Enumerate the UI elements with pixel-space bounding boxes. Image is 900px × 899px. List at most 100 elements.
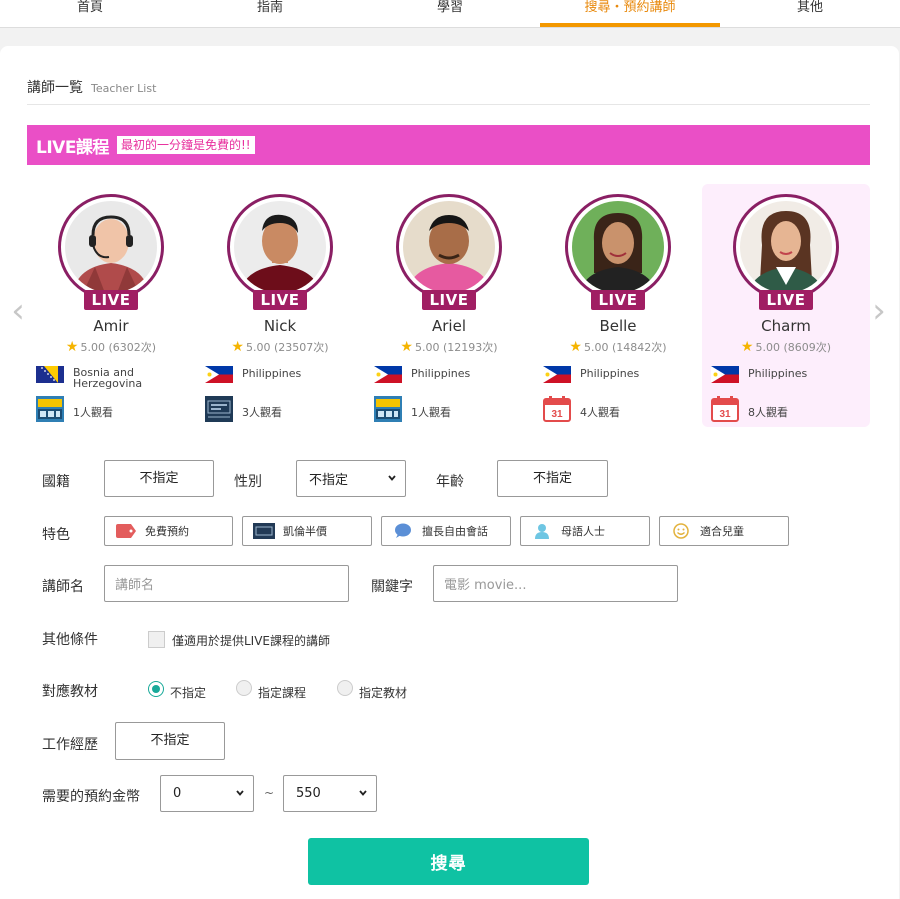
star-icon: ★ — [231, 339, 244, 355]
teacher-avatar[interactable] — [58, 194, 164, 300]
nav-item-guide[interactable]: 指南 — [180, 0, 360, 27]
teacher-name-input[interactable]: 講師名 — [104, 565, 349, 602]
bosnia-flag-icon — [36, 366, 64, 383]
course-thumbnail-icon — [205, 396, 233, 422]
star-icon: ★ — [569, 339, 582, 355]
experience-label: 工作經歷 — [42, 737, 98, 753]
keyword-label: 關鍵字 — [371, 579, 413, 595]
price-max-select[interactable]: 550 — [283, 775, 377, 812]
feature-native-speaker-button[interactable]: 母語人士 — [520, 516, 650, 546]
nationality-select[interactable]: 不指定 — [104, 460, 214, 497]
gender-label: 性別 — [234, 474, 262, 490]
star-icon: ★ — [400, 339, 413, 355]
teacher-avatar[interactable] — [396, 194, 502, 300]
live-tag: LIVE — [422, 290, 476, 310]
live-only-checkbox[interactable] — [148, 631, 165, 648]
course-thumbnail-icon — [374, 396, 402, 422]
teacher-list-header: 講師一覧 Teacher List — [27, 77, 870, 105]
course-thumbnail-icon — [36, 396, 64, 422]
price-min-select[interactable]: 0 — [160, 775, 254, 812]
carousel-prev-arrow-icon[interactable]: ‹ — [8, 293, 28, 329]
material-label: 對應教材 — [42, 684, 98, 700]
live-tag: LIVE — [84, 290, 138, 310]
feature-free-booking-button[interactable]: 免費預約 — [104, 516, 233, 546]
age-label: 年齡 — [436, 474, 464, 490]
teacher-name-label: 講師名 — [42, 579, 84, 595]
search-button[interactable]: 搜尋 — [308, 838, 589, 885]
teacher-viewers: 4人觀看 — [580, 406, 620, 419]
teacher-card[interactable]: LIVE Belle ★ 5.00 (14842次) Philippines 31… — [534, 184, 702, 427]
nationality-label: 國籍 — [42, 474, 70, 490]
live-only-checkbox-label[interactable]: 僅適用於提供LIVE課程的講師 — [172, 632, 330, 649]
teacher-name[interactable]: Nick — [196, 317, 364, 335]
material-radio-any[interactable] — [148, 681, 164, 697]
tag-icon — [116, 524, 136, 538]
gender-select[interactable]: 不指定 — [296, 460, 406, 497]
top-nav: 首頁 指南 學習 搜尋・預約講師 其他 — [0, 0, 900, 28]
age-select[interactable]: 不指定 — [497, 460, 608, 497]
teacher-country: Philippines — [242, 367, 302, 380]
philippines-flag-icon — [543, 366, 571, 383]
chevron-down-icon — [236, 789, 244, 796]
material-radio-textbook[interactable] — [337, 680, 353, 696]
teacher-card[interactable]: LIVE Amir ★ 5.00 (6302次) Bosnia and Herze… — [27, 184, 195, 427]
features-label: 特色 — [42, 527, 70, 543]
teacher-country: Philippines — [411, 367, 471, 380]
teacher-list-title: 講師一覧 — [27, 80, 83, 96]
calendar-icon: 31 — [711, 396, 739, 422]
live-teacher-carousel: LIVE Amir ★ 5.00 (6302次) Bosnia and Herze… — [27, 184, 870, 427]
teacher-card[interactable]: LIVE Ariel ★ 5.00 (12193次) Philippines 1人… — [365, 184, 533, 427]
teacher-name[interactable]: Belle — [534, 317, 702, 335]
gender-select-value: 不指定 — [309, 473, 349, 488]
chevron-down-icon — [388, 474, 396, 481]
price-min-value: 0 — [173, 786, 182, 801]
philippines-flag-icon — [711, 366, 739, 383]
free-minute-badge: 最初的一分鐘是免費的!! — [116, 136, 255, 154]
teacher-card[interactable]: LIVE Nick ★ 5.00 (23507次) Philippines 3人觀… — [196, 184, 364, 427]
calendar-icon: 31 — [543, 396, 571, 422]
book-icon — [253, 523, 275, 539]
speech-bubble-icon — [395, 523, 411, 538]
teacher-viewers: 1人觀看 — [411, 406, 451, 419]
live-course-title: LIVE課程 — [36, 137, 109, 158]
teacher-list-subtitle: Teacher List — [91, 82, 157, 95]
teacher-card[interactable]: LIVE Charm ★ 5.00 (8609次) Philippines 31 … — [702, 184, 870, 427]
live-tag: LIVE — [591, 290, 645, 310]
teacher-avatar[interactable] — [565, 194, 671, 300]
teacher-rating: ★ 5.00 (8609次) — [740, 339, 832, 355]
live-tag: LIVE — [253, 290, 307, 310]
nav-item-other[interactable]: 其他 — [720, 0, 900, 27]
nav-item-search-teachers[interactable]: 搜尋・預約講師 — [540, 0, 720, 27]
nav-item-home[interactable]: 首頁 — [0, 0, 180, 27]
feature-kids-friendly-button[interactable]: 適合兒童 — [659, 516, 789, 546]
carousel-next-arrow-icon[interactable]: › — [869, 293, 889, 329]
experience-select[interactable]: 不指定 — [115, 722, 225, 760]
nav-item-learn[interactable]: 學習 — [360, 0, 540, 27]
star-icon: ★ — [65, 339, 79, 355]
feature-free-conversation-button[interactable]: 擅長自由會話 — [381, 516, 511, 546]
teacher-avatar[interactable] — [733, 194, 839, 300]
teacher-name[interactable]: Charm — [702, 317, 870, 335]
teacher-rating: ★ 5.00 (23507次) — [231, 339, 329, 355]
teacher-country: Philippines — [748, 367, 808, 380]
teacher-country: Bosnia and Herzegovina — [73, 366, 143, 390]
keyword-input[interactable]: 電影 movie... — [433, 565, 678, 602]
star-icon: ★ — [740, 339, 754, 355]
teacher-viewers: 1人觀看 — [73, 406, 113, 419]
svg-text:31: 31 — [719, 409, 731, 420]
material-radio-course-label[interactable]: 指定課程 — [258, 684, 306, 701]
teacher-avatar[interactable] — [227, 194, 333, 300]
svg-text:31: 31 — [551, 409, 563, 420]
material-radio-textbook-label[interactable]: 指定教材 — [359, 684, 407, 701]
chevron-down-icon — [359, 789, 367, 796]
feature-half-price-button[interactable]: 凱倫半價 — [242, 516, 372, 546]
teacher-name[interactable]: Ariel — [365, 317, 533, 335]
teacher-rating: ★ 5.00 (6302次) — [65, 339, 157, 355]
other-conditions-label: 其他條件 — [42, 632, 98, 648]
teacher-name[interactable]: Amir — [27, 317, 195, 335]
teacher-rating: ★ 5.00 (12193次) — [400, 339, 498, 355]
live-course-banner: LIVE課程 最初的一分鐘是免費的!! — [27, 125, 870, 165]
material-radio-course[interactable] — [236, 680, 252, 696]
material-radio-any-label[interactable]: 不指定 — [170, 684, 206, 701]
teacher-country: Philippines — [580, 367, 640, 380]
